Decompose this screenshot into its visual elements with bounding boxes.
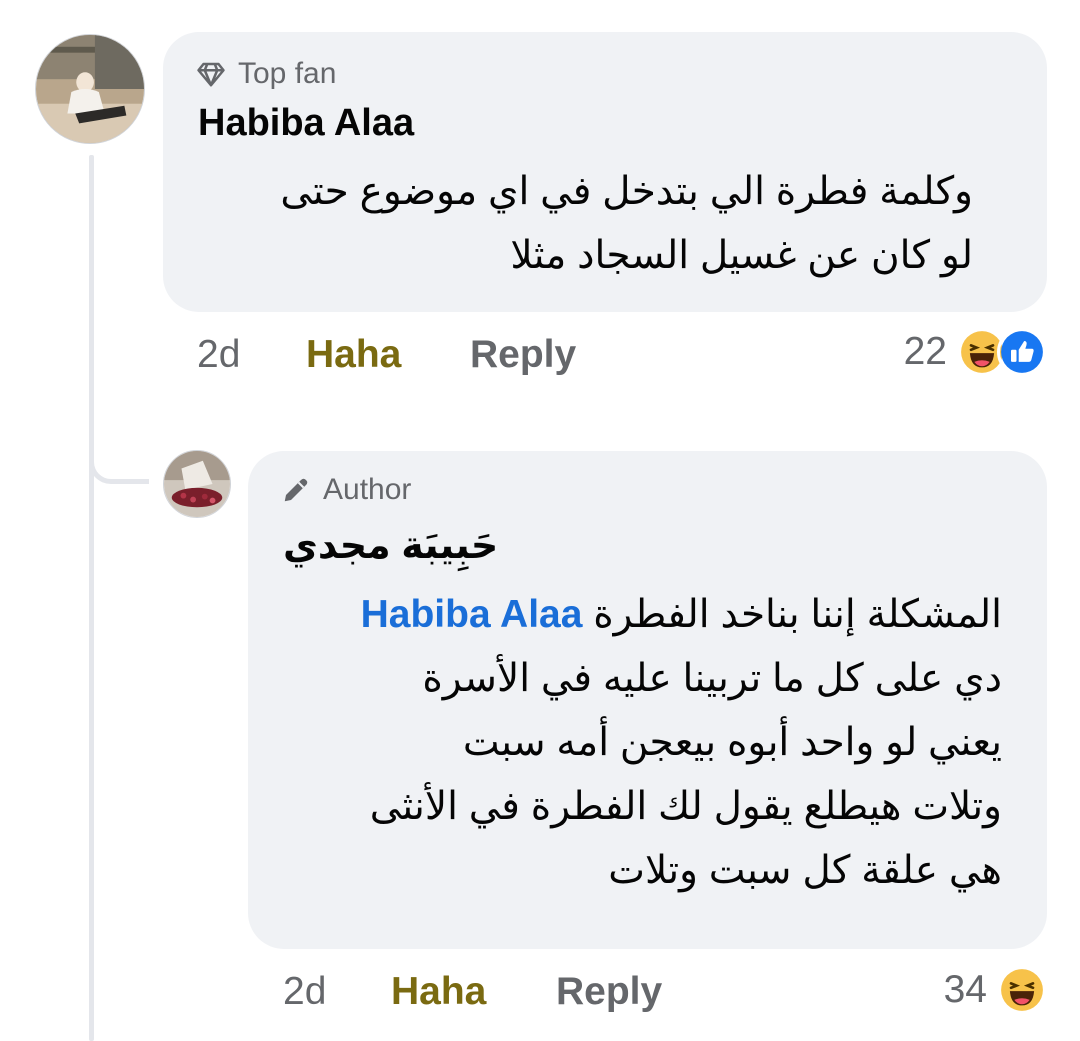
diamond-icon	[196, 59, 226, 89]
reply-button[interactable]: Reply	[470, 333, 576, 377]
author-badge[interactable]: Author	[281, 473, 411, 507]
reaction-summary[interactable]: 34	[944, 965, 1047, 1015]
reply-button[interactable]: Reply	[556, 970, 662, 1014]
reply-first-line: المشكلة إننا بناخد الفطرة Habiba Alaa	[361, 583, 1002, 647]
comment-line: وكلمة فطرة الي بتدخل في اي موضوع حتى	[280, 170, 973, 213]
reply-connector	[89, 430, 149, 484]
reaction-summary[interactable]: 22	[904, 327, 1047, 377]
reply-line: هي علقة كل سبت وتلات	[608, 849, 1002, 892]
comment-text: وكلمة فطرة الي بتدخل في اي موضوع حتى لو …	[280, 160, 973, 288]
commenter-avatar[interactable]	[35, 34, 145, 144]
comment-timestamp[interactable]: 2d	[197, 333, 240, 377]
commenter-name[interactable]: Habiba Alaa	[198, 102, 414, 145]
thread-line	[89, 155, 94, 1041]
commenter-avatar-image	[36, 35, 144, 143]
reply-line: دي على كل ما تربينا عليه في الأسرة	[422, 657, 1002, 700]
reaction-count: 34	[943, 968, 987, 1011]
reply-line: يعني لو واحد أبوه بيعجن أمه سبت	[462, 721, 1002, 764]
reply-author-avatar[interactable]	[163, 450, 231, 518]
reply-author-name[interactable]: حَبِيبَة مجدي	[283, 523, 498, 568]
comment-line: لو كان عن غسيل السجاد مثلا	[510, 234, 973, 277]
reply-text: المشكلة إننا بناخد الفطرة Habiba Alaa دي…	[361, 583, 1002, 903]
badge-label: Top fan	[238, 57, 337, 90]
badge-label: Author	[323, 473, 412, 506]
pencil-icon	[281, 475, 311, 505]
mention-link[interactable]: Habiba Alaa	[361, 593, 583, 636]
reply-text-segment: المشكلة إننا بناخد الفطرة	[593, 593, 1002, 636]
haha-icon	[997, 965, 1047, 1015]
haha-reaction-button[interactable]: Haha	[391, 970, 486, 1014]
reply-avatar-image	[164, 451, 230, 517]
like-icon	[997, 327, 1047, 377]
reply-bubble: Author حَبِيبَة مجدي المشكلة إننا بناخد …	[248, 451, 1047, 949]
comment-bubble: Top fan Habiba Alaa وكلمة فطرة الي بتدخل…	[163, 32, 1047, 312]
haha-reaction-button[interactable]: Haha	[306, 333, 401, 377]
top-fan-badge[interactable]: Top fan	[196, 57, 336, 91]
reaction-count: 22	[903, 330, 947, 373]
reply-timestamp[interactable]: 2d	[283, 970, 326, 1014]
reply-line: وتلات هيطلع يقول لك الفطرة في الأنثى	[369, 785, 1002, 828]
